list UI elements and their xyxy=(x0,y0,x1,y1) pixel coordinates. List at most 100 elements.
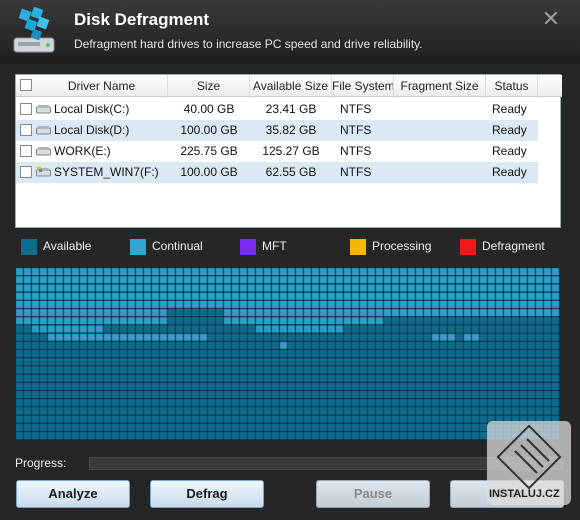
cluster-block xyxy=(503,308,512,317)
cluster-block xyxy=(359,341,368,350)
cluster-block xyxy=(447,390,456,399)
table-row[interactable]: Local Disk(D:) 100.00 GB 35.82 GB NTFS Ready xyxy=(16,120,538,141)
cluster-block xyxy=(399,431,408,440)
cluster-block xyxy=(111,431,120,440)
cluster-block xyxy=(343,349,352,358)
row-checkbox[interactable] xyxy=(20,166,32,178)
cluster-block xyxy=(439,325,448,333)
column-fragment-size[interactable]: Fragment Size xyxy=(394,75,486,97)
row-checkbox[interactable] xyxy=(20,103,32,115)
analyze-button[interactable]: Analyze xyxy=(16,480,130,508)
cluster-block xyxy=(119,390,128,399)
cluster-block xyxy=(471,431,480,440)
cluster-block xyxy=(71,349,80,358)
cluster-block xyxy=(263,423,272,432)
table-row[interactable]: SYSTEM_WIN7(F:) 100.00 GB 62.55 GB NTFS Read… xyxy=(16,162,538,183)
cluster-block xyxy=(191,423,200,432)
cluster-block xyxy=(487,374,496,382)
cluster-block xyxy=(471,275,480,284)
cluster-block xyxy=(103,382,112,391)
cluster-block xyxy=(359,390,368,399)
cluster-block xyxy=(183,325,192,333)
cluster-block xyxy=(303,292,312,301)
cluster-block xyxy=(311,374,320,382)
cluster-block xyxy=(447,382,456,391)
cluster-block xyxy=(463,317,472,325)
cluster-block xyxy=(175,333,184,341)
cluster-block xyxy=(143,366,152,374)
cluster-block xyxy=(151,374,160,382)
column-driver-name[interactable]: Driver Name xyxy=(36,75,168,97)
cluster-block xyxy=(327,308,336,317)
column-file-system[interactable]: File System xyxy=(332,75,394,97)
cluster-block xyxy=(247,398,256,407)
legend-swatch xyxy=(240,239,256,255)
cluster-block xyxy=(199,357,208,366)
cluster-block xyxy=(119,292,128,301)
cluster-block xyxy=(359,308,368,317)
select-all-checkbox[interactable] xyxy=(20,79,32,91)
cluster-block xyxy=(495,357,504,366)
row-checkbox[interactable] xyxy=(20,124,32,136)
cluster-block xyxy=(39,423,48,432)
cluster-block xyxy=(103,308,112,317)
disk-cluster-map xyxy=(15,267,561,441)
cluster-block xyxy=(55,317,64,325)
cluster-block xyxy=(335,382,344,391)
cluster-block xyxy=(255,300,264,309)
cluster-block xyxy=(327,415,336,424)
cluster-block xyxy=(343,292,352,301)
cluster-block xyxy=(79,308,88,317)
table-row[interactable]: WORK(E:) 225.75 GB 125.27 GB NTFS Ready xyxy=(16,141,538,162)
table-row[interactable]: Local Disk(C:) 40.00 GB 23.41 GB NTFS Ready xyxy=(16,99,538,120)
cluster-block xyxy=(87,366,96,374)
column-status[interactable]: Status xyxy=(486,75,538,97)
cluster-block xyxy=(183,317,192,325)
cluster-block xyxy=(431,292,440,301)
cluster-block xyxy=(183,382,192,391)
cluster-block xyxy=(167,390,176,399)
defrag-button[interactable]: Defrag xyxy=(150,480,264,508)
row-checkbox[interactable] xyxy=(20,145,32,157)
cluster-block xyxy=(479,349,488,358)
cluster-block xyxy=(199,390,208,399)
cluster-block xyxy=(327,275,336,284)
cluster-block xyxy=(271,300,280,309)
cluster-block xyxy=(455,382,464,391)
cluster-block xyxy=(391,300,400,309)
cluster-block xyxy=(95,275,104,284)
cluster-block xyxy=(303,300,312,309)
close-button[interactable]: ✕ xyxy=(540,8,562,30)
cluster-block xyxy=(407,300,416,309)
cluster-block xyxy=(79,300,88,309)
cluster-block xyxy=(16,349,24,358)
cluster-block xyxy=(231,275,240,284)
cluster-block xyxy=(431,341,440,350)
cluster-block xyxy=(319,398,328,407)
cluster-block xyxy=(287,292,296,301)
cluster-block xyxy=(103,357,112,366)
cluster-block xyxy=(255,349,264,358)
cluster-block xyxy=(551,292,560,301)
cluster-block xyxy=(271,275,280,284)
cluster-block xyxy=(183,366,192,374)
cluster-block xyxy=(431,374,440,382)
cluster-block xyxy=(343,374,352,382)
pause-button[interactable]: Pause xyxy=(316,480,430,508)
cluster-block xyxy=(359,333,368,341)
cluster-block xyxy=(239,341,248,350)
cluster-block xyxy=(143,292,152,301)
column-size[interactable]: Size xyxy=(168,75,250,97)
column-available-size[interactable]: Available Size xyxy=(250,75,332,97)
cluster-block xyxy=(175,390,184,399)
cluster-block xyxy=(423,317,432,325)
cluster-block xyxy=(311,366,320,374)
cluster-block xyxy=(279,407,288,415)
cluster-block xyxy=(487,325,496,333)
cluster-block xyxy=(471,317,480,325)
cluster-block xyxy=(215,284,224,292)
cluster-block xyxy=(383,431,392,440)
cluster-block xyxy=(383,407,392,415)
cluster-block xyxy=(319,366,328,374)
cluster-block xyxy=(191,308,200,317)
